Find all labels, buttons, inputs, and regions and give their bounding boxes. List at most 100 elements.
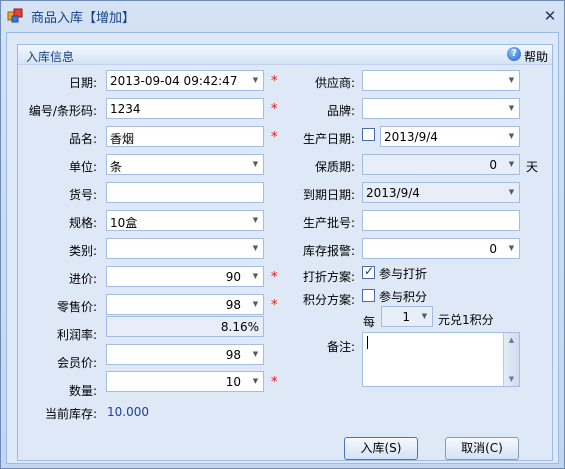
- unit-value: 条: [110, 160, 123, 174]
- dropdown-arrow-icon[interactable]: ▼: [248, 155, 263, 174]
- dropdown-arrow-icon[interactable]: ▼: [504, 183, 519, 202]
- help-label: 帮助: [524, 50, 549, 64]
- unit-label: 单位:: [68, 160, 97, 174]
- discount-option-label[interactable]: 参与打折: [379, 265, 427, 282]
- shelf-input[interactable]: [106, 182, 264, 203]
- expiry-date-value: 2013/9/4: [366, 186, 420, 200]
- dropdown-arrow-icon[interactable]: ▼: [248, 71, 263, 90]
- shelf-life-unit: 天: [526, 160, 539, 174]
- name-input[interactable]: 香烟: [106, 126, 264, 147]
- expiry-date-label: 到期日期:: [302, 188, 355, 202]
- date-value: 2013-09-04 09:42:47: [110, 74, 238, 88]
- points-rate-value: 1: [402, 310, 410, 324]
- category-select[interactable]: ▼: [106, 238, 264, 259]
- remark-label: 备注:: [326, 340, 355, 354]
- retail-price-spinner[interactable]: 98 ▼: [106, 294, 264, 315]
- spinner-arrow-icon[interactable]: ▼: [248, 295, 263, 314]
- dropdown-arrow-icon[interactable]: ▼: [248, 211, 263, 230]
- code-label: 编号/条形码:: [28, 104, 97, 118]
- points-plan-label: 积分方案:: [302, 293, 355, 307]
- required-mark: *: [271, 298, 278, 313]
- supplier-select[interactable]: ▼: [362, 70, 520, 91]
- code-value: 1234: [110, 102, 141, 116]
- cancel-button[interactable]: 取消(C): [445, 437, 519, 460]
- shelf-life-spinner[interactable]: 0 ▼: [362, 154, 520, 175]
- production-date-picker[interactable]: 2013/9/4 ▼: [380, 126, 520, 147]
- remark-scrollbar[interactable]: ▲ ▼: [503, 333, 519, 386]
- window-title: 商品入库【增加】: [31, 11, 136, 26]
- date-label: 日期:: [68, 76, 97, 90]
- shelf-life-value: 0: [489, 158, 497, 172]
- shelf-label: 货号:: [68, 188, 97, 202]
- production-date-checkbox[interactable]: [362, 128, 375, 141]
- unit-select[interactable]: 条 ▼: [106, 154, 264, 175]
- dialog-window: 商品入库【增加】 ✕ 入库信息 ? 帮助 日期: 2013-09-04 09:4…: [0, 0, 565, 469]
- scroll-down-icon[interactable]: ▼: [504, 372, 519, 386]
- text-caret: [367, 336, 368, 349]
- points-rule-prefix: 每: [363, 315, 376, 329]
- member-price-spinner[interactable]: 98 ▼: [106, 344, 264, 365]
- spec-label: 规格:: [68, 216, 97, 230]
- required-mark: *: [271, 375, 278, 390]
- date-input[interactable]: 2013-09-04 09:42:47 ▼: [106, 70, 264, 91]
- spinner-arrow-icon[interactable]: ▼: [504, 155, 519, 174]
- purchase-price-value: 90: [225, 270, 241, 284]
- brand-select[interactable]: ▼: [362, 98, 520, 119]
- required-mark: *: [271, 130, 278, 145]
- production-date-value: 2013/9/4: [384, 130, 438, 144]
- retail-price-label: 零售价:: [56, 300, 97, 314]
- discount-checkbox[interactable]: ✓: [362, 264, 375, 279]
- dropdown-arrow-icon[interactable]: ▼: [504, 127, 519, 146]
- group-header: 入库信息 ? 帮助: [18, 45, 552, 65]
- spinner-arrow-icon[interactable]: ▼: [504, 239, 519, 258]
- required-mark: *: [271, 102, 278, 117]
- batch-no-input[interactable]: [362, 210, 520, 231]
- spec-value: 10盒: [110, 216, 138, 230]
- quantity-label: 数量:: [68, 384, 97, 398]
- profit-rate-label: 利润率:: [56, 328, 97, 342]
- app-icon: [7, 8, 23, 23]
- production-date-label: 生产日期:: [302, 132, 355, 146]
- points-rule-suffix: 元兑1积分: [438, 313, 494, 327]
- discount-plan-label: 打折方案:: [302, 270, 355, 284]
- supplier-label: 供应商:: [314, 76, 355, 90]
- name-value: 香烟: [110, 132, 135, 146]
- shelf-life-label: 保质期:: [314, 160, 355, 174]
- close-icon[interactable]: ✕: [541, 7, 559, 25]
- code-input[interactable]: 1234: [106, 98, 264, 119]
- points-option-label[interactable]: 参与积分: [379, 288, 427, 305]
- dropdown-arrow-icon[interactable]: ▼: [504, 99, 519, 118]
- retail-price-value: 98: [225, 298, 241, 312]
- stock-alert-label: 库存报警:: [302, 244, 355, 258]
- title-bar: 商品入库【增加】 ✕: [1, 1, 564, 31]
- required-mark: *: [271, 74, 278, 89]
- check-icon: ✓: [364, 264, 375, 278]
- dropdown-arrow-icon[interactable]: ▼: [504, 71, 519, 90]
- expiry-date-picker[interactable]: 2013/9/4 ▼: [362, 182, 520, 203]
- profit-rate-field: 8.16%: [106, 316, 264, 337]
- quantity-value: 10: [225, 375, 241, 389]
- help-icon: ?: [507, 47, 521, 61]
- spinner-arrow-icon[interactable]: ▼: [248, 345, 263, 364]
- spinner-arrow-icon[interactable]: ▼: [417, 307, 432, 326]
- purchase-price-spinner[interactable]: 90 ▼: [106, 266, 264, 287]
- dropdown-arrow-icon[interactable]: ▼: [248, 239, 263, 258]
- spinner-arrow-icon[interactable]: ▼: [248, 267, 263, 286]
- remark-textarea[interactable]: ▲ ▼: [362, 332, 520, 387]
- scroll-up-icon[interactable]: ▲: [504, 333, 519, 347]
- points-rate-spinner[interactable]: 1 ▼: [381, 306, 433, 327]
- purchase-price-label: 进价:: [68, 272, 97, 286]
- submit-button[interactable]: 入库(S): [344, 437, 418, 460]
- category-label: 类别:: [68, 244, 97, 258]
- batch-no-label: 生产批号:: [302, 216, 355, 230]
- spinner-arrow-icon[interactable]: ▼: [248, 372, 263, 391]
- stock-alert-spinner[interactable]: 0 ▼: [362, 238, 520, 259]
- current-stock-label: 当前库存:: [44, 407, 97, 421]
- points-checkbox[interactable]: [362, 289, 375, 302]
- stock-alert-value: 0: [489, 242, 497, 256]
- profit-rate-value: 8.16%: [220, 320, 259, 334]
- member-price-value: 98: [225, 348, 241, 362]
- spec-select[interactable]: 10盒 ▼: [106, 210, 264, 231]
- name-label: 品名:: [68, 132, 97, 146]
- quantity-spinner[interactable]: 10 ▼: [106, 371, 264, 392]
